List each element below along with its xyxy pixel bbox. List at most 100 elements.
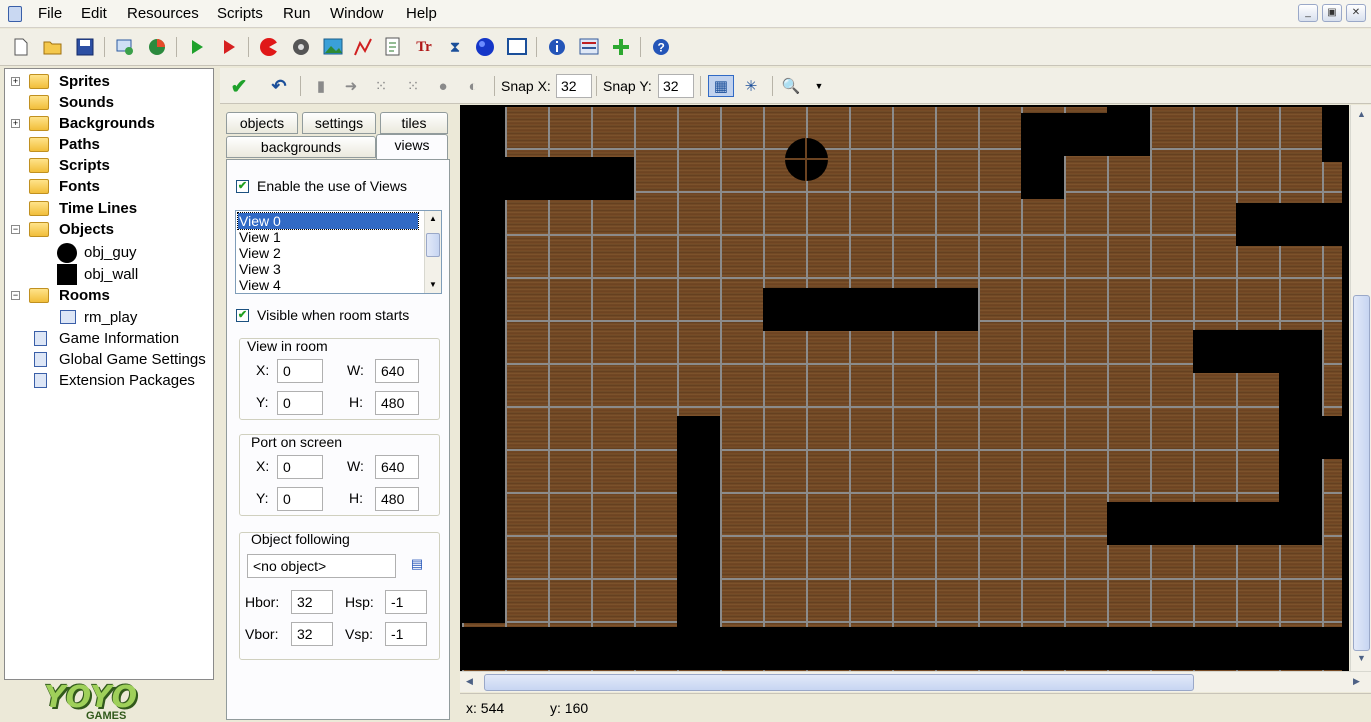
tree-obj-wall[interactable]: obj_wall (5, 264, 211, 285)
minimize-button[interactable]: _ (1298, 4, 1318, 22)
close-button[interactable]: ✕ (1346, 4, 1366, 22)
menu-edit[interactable]: Edit (81, 5, 107, 22)
wall-block[interactable] (462, 236, 505, 279)
extension-packages-icon[interactable] (610, 36, 632, 58)
view-list-item[interactable]: View 3 (238, 261, 418, 277)
vsp-input[interactable]: -1 (385, 622, 427, 646)
menu-help[interactable]: Help (406, 5, 437, 22)
wall-block[interactable] (1279, 459, 1322, 502)
menu-resources[interactable]: Resources (127, 5, 199, 22)
scroll-down-icon[interactable]: ▼ (1357, 653, 1366, 663)
view-y-input[interactable]: 0 (277, 391, 323, 415)
view-w-input[interactable]: 640 (375, 359, 419, 383)
hbor-input[interactable]: 32 (291, 590, 333, 614)
sort-y-icon[interactable]: ⁙ (402, 75, 424, 97)
tree-rm-play[interactable]: rm_play (5, 307, 211, 328)
open-folder-icon[interactable] (42, 36, 64, 58)
add-script-icon[interactable] (382, 36, 404, 58)
object-following-select[interactable]: <no object> (247, 554, 396, 578)
port-w-input[interactable]: 640 (375, 455, 419, 479)
scroll-thumb[interactable] (1353, 295, 1370, 651)
restore-button[interactable]: ▣ (1322, 4, 1342, 22)
run-debug-icon[interactable] (218, 36, 240, 58)
add-sprite-icon[interactable] (258, 36, 280, 58)
view-h-input[interactable]: 480 (375, 391, 419, 415)
clear-room-icon[interactable]: ▮ (310, 75, 332, 97)
tab-backgrounds[interactable]: backgrounds (226, 136, 376, 158)
wall-block[interactable] (462, 537, 505, 580)
shift-instances-icon[interactable]: ➜ (340, 75, 362, 97)
toggle-grid-icon[interactable]: ▦ (708, 75, 734, 97)
wall-block[interactable] (1279, 373, 1322, 416)
create-executable-icon[interactable] (114, 36, 136, 58)
scroll-right-icon[interactable]: ▶ (1353, 676, 1360, 687)
room-grid[interactable] (462, 107, 1342, 671)
menu-run[interactable]: Run (283, 5, 311, 22)
menu-window[interactable]: Window (330, 5, 383, 22)
global-settings-icon[interactable] (578, 36, 600, 58)
vbor-input[interactable]: 32 (291, 622, 333, 646)
wall-block[interactable] (1021, 156, 1064, 199)
wall-block[interactable] (462, 451, 505, 494)
scroll-thumb[interactable] (426, 233, 440, 257)
wall-block[interactable] (1107, 107, 1150, 156)
expand-icon[interactable]: + (11, 77, 20, 86)
wall-block[interactable] (462, 408, 505, 451)
tab-tiles[interactable]: tiles (380, 112, 448, 134)
tree-sprites[interactable]: + Sprites (5, 71, 211, 92)
wall-block[interactable] (462, 322, 505, 365)
wall-block[interactable] (1236, 203, 1342, 246)
wall-block[interactable] (462, 193, 505, 236)
tree-rooms[interactable]: − Rooms (5, 285, 211, 306)
add-font-icon[interactable]: Tr (413, 36, 435, 58)
wall-block[interactable] (462, 279, 505, 322)
hsp-input[interactable]: -1 (385, 590, 427, 614)
wall-block[interactable] (505, 157, 634, 200)
view-list-item[interactable]: View 0 (237, 212, 419, 230)
unlock-instances-icon[interactable]: ◐ (462, 75, 484, 97)
object-menu-icon[interactable]: ▤ (407, 556, 427, 576)
publish-icon[interactable] (146, 36, 168, 58)
lock-instances-icon[interactable]: ● (432, 75, 454, 97)
tree-scripts[interactable]: Scripts (5, 155, 211, 176)
scroll-thumb[interactable] (484, 674, 1194, 691)
tree-game-information[interactable]: Game Information (5, 328, 211, 349)
sort-x-icon[interactable]: ⁙ (370, 75, 392, 97)
scroll-down-icon[interactable]: ▼ (425, 277, 441, 293)
wall-block[interactable] (1064, 113, 1107, 156)
view-list-item[interactable]: View 1 (238, 229, 418, 245)
tab-settings[interactable]: settings (302, 112, 376, 134)
add-sound-icon[interactable] (290, 36, 312, 58)
scroll-up-icon[interactable]: ▲ (1357, 109, 1366, 119)
wall-block[interactable] (462, 494, 505, 537)
zoom-icon[interactable]: 🔍 (780, 75, 802, 97)
isometric-grid-icon[interactable]: ✳ (740, 75, 762, 97)
view-list-scrollbar[interactable]: ▲ ▼ (424, 211, 441, 293)
menu-file[interactable]: File (38, 5, 62, 22)
tab-views[interactable]: views (376, 134, 448, 160)
tree-objects[interactable]: − Objects (5, 219, 211, 240)
add-path-icon[interactable] (352, 36, 374, 58)
undo-icon[interactable]: ↶ (268, 75, 290, 97)
view-list[interactable]: View 0 View 1 View 2 View 3 View 4 ▲ ▼ (235, 210, 442, 294)
wall-block[interactable] (1193, 330, 1322, 373)
wall-block[interactable] (462, 150, 505, 193)
tree-fonts[interactable]: Fonts (5, 176, 211, 197)
tree-backgrounds[interactable]: + Backgrounds (5, 113, 211, 134)
help-icon[interactable]: ? (650, 36, 672, 58)
zoom-dropdown-icon[interactable]: ▼ (808, 75, 830, 97)
tree-obj-guy[interactable]: obj_guy (5, 242, 211, 263)
obj-guy-instance[interactable] (785, 138, 828, 181)
wall-block[interactable] (462, 107, 505, 150)
add-object-icon[interactable] (474, 36, 496, 58)
expand-icon[interactable]: + (11, 119, 20, 128)
scroll-left-icon[interactable]: ◀ (466, 676, 473, 687)
enable-views-checkbox[interactable]: ✔ (236, 180, 249, 193)
collapse-icon[interactable]: − (11, 291, 20, 300)
ok-check-icon[interactable]: ✔ (228, 75, 250, 98)
tree-sounds[interactable]: Sounds (5, 92, 211, 113)
wall-block[interactable] (1279, 416, 1342, 459)
horizontal-scrollbar[interactable]: ◀ ▶ (460, 671, 1371, 692)
tree-global-game-settings[interactable]: Global Game Settings (5, 349, 211, 370)
tree-extension-packages[interactable]: Extension Packages (5, 370, 211, 391)
